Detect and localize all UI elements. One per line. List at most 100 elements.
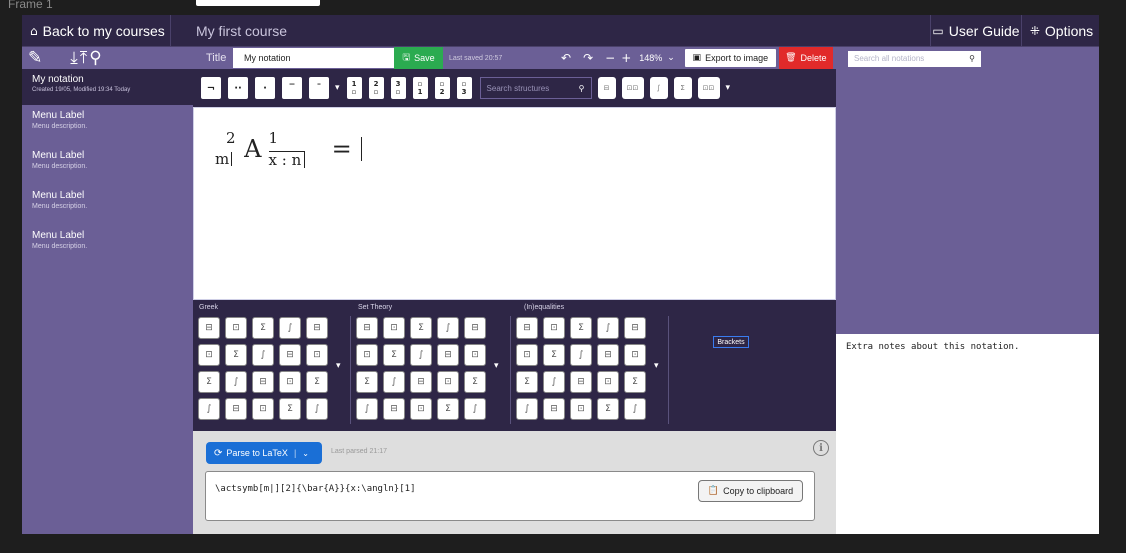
sidebar-menu-item[interactable]: Menu Label Menu description. <box>22 225 193 265</box>
zoom-out-icon[interactable]: − <box>605 51 615 65</box>
palette-symbol[interactable]: ⊡ <box>252 398 274 420</box>
palette-symbol[interactable]: Σ <box>597 398 619 420</box>
position-button-5[interactable]: ▫ 2 <box>434 77 450 99</box>
palette-symbol[interactable]: ⊡ <box>516 344 538 366</box>
palette-symbol[interactable]: ⊟ <box>624 317 646 339</box>
palette-symbol[interactable]: Σ <box>383 344 405 366</box>
palette-symbol[interactable]: ⊟ <box>516 317 538 339</box>
palette-symbol[interactable]: Σ <box>624 371 646 393</box>
chevron-down-icon[interactable]: ▾ <box>494 361 499 371</box>
chevron-down-icon[interactable]: ▾ <box>335 83 340 93</box>
palette-symbol[interactable]: ⊡ <box>410 398 432 420</box>
palette-symbol[interactable]: ∫ <box>570 344 592 366</box>
palette-symbol[interactable]: ⊡ <box>570 398 592 420</box>
palette-symbol[interactable]: ⊟ <box>252 371 274 393</box>
position-button-1[interactable]: 1 ▫ <box>346 77 362 99</box>
chevron-down-icon[interactable]: ▾ <box>654 361 659 371</box>
palette-symbol[interactable]: ∫ <box>306 398 328 420</box>
zoom-level[interactable]: 148% <box>639 53 662 63</box>
edit-icon[interactable]: ✎ <box>28 48 42 68</box>
structure-search-input[interactable]: Search structures ⚲ <box>479 77 592 99</box>
palette-symbol[interactable]: ⊟ <box>464 317 486 339</box>
notation-editor[interactable]: 2 m A 1 x : n = <box>193 107 836 300</box>
palette-symbol[interactable]: Σ <box>464 371 486 393</box>
palette-symbol[interactable]: ⊟ <box>543 398 565 420</box>
palette-symbol[interactable]: ⊟ <box>410 371 432 393</box>
position-button-4[interactable]: ▫ 1 <box>412 77 428 99</box>
palette-symbol[interactable]: Σ <box>570 317 592 339</box>
integral-structure-button[interactable]: ∫ <box>649 77 668 99</box>
options-button[interactable]: ⁜ Options <box>1024 15 1099 47</box>
palette-symbol[interactable]: ⊟ <box>306 317 328 339</box>
palette-symbol[interactable]: Σ <box>252 317 274 339</box>
palette-symbol[interactable]: Σ <box>306 371 328 393</box>
palette-symbol[interactable]: ⊡ <box>464 344 486 366</box>
upload-icon[interactable]: ⤒ <box>80 48 88 68</box>
palette-symbol[interactable]: ⊟ <box>597 344 619 366</box>
palette-symbol[interactable]: ⊡ <box>198 344 220 366</box>
palette-symbol[interactable]: ⊡ <box>437 371 459 393</box>
palette-symbol[interactable]: Σ <box>356 371 378 393</box>
zoom-in-icon[interactable]: + <box>621 51 631 65</box>
active-notation-item[interactable]: My notation Created 19/05, Modified 19:3… <box>22 69 193 105</box>
info-icon[interactable]: i <box>813 440 829 456</box>
palette-symbol[interactable]: ⊡ <box>543 317 565 339</box>
palette-symbol[interactable]: ⊡ <box>356 344 378 366</box>
sidebar-menu-item[interactable]: Menu Label Menu description. <box>22 145 193 185</box>
back-to-courses-button[interactable]: ⌂ Back to my courses <box>22 15 171 47</box>
palette-symbol[interactable]: ⊟ <box>356 317 378 339</box>
palette-symbol[interactable]: ⊡ <box>279 371 301 393</box>
sum-structure-button[interactable]: Σ <box>673 77 692 99</box>
sidebar-menu-item[interactable]: Menu Label Menu description. <box>22 185 193 225</box>
palette-symbol[interactable]: ∫ <box>198 398 220 420</box>
double-dot-button[interactable]: ·· <box>228 77 248 99</box>
palette-symbol[interactable]: ⊟ <box>383 398 405 420</box>
palette-symbol[interactable]: ∫ <box>464 398 486 420</box>
palette-symbol[interactable]: ∫ <box>543 371 565 393</box>
corner-bracket-button[interactable]: ¬ <box>201 77 221 99</box>
palette-symbol[interactable]: ⊟ <box>225 398 247 420</box>
chevron-down-icon[interactable]: ⌄ <box>667 53 675 63</box>
search-notations-input[interactable]: Search all notations ⚲ <box>848 51 981 67</box>
undo-icon[interactable]: ↶ <box>561 51 571 65</box>
palette-symbol[interactable]: ⊟ <box>570 371 592 393</box>
position-button-2[interactable]: 2 ▫ <box>368 77 384 99</box>
copy-to-clipboard-button[interactable]: 📋 Copy to clipboard <box>698 480 803 502</box>
palette-symbol[interactable]: ⊡ <box>624 344 646 366</box>
redo-icon[interactable]: ↷ <box>583 51 593 65</box>
palette-symbol[interactable]: Σ <box>410 317 432 339</box>
palette-symbol[interactable]: ⊡ <box>225 317 247 339</box>
palette-symbol[interactable]: ∫ <box>279 317 301 339</box>
palette-symbol[interactable]: ∫ <box>410 344 432 366</box>
position-button-6[interactable]: ▫ 3 <box>456 77 472 99</box>
inline-structure-button[interactable]: ⊡⊡ <box>697 77 720 99</box>
palette-symbol[interactable]: Σ <box>225 344 247 366</box>
chevron-down-icon[interactable]: ▾ <box>336 361 341 371</box>
palette-symbol[interactable]: Σ <box>516 371 538 393</box>
sidebar-menu-item[interactable]: Menu Label Menu description. <box>22 105 193 145</box>
palette-symbol[interactable]: Σ <box>279 398 301 420</box>
title-input[interactable]: My notation <box>233 48 394 68</box>
download-icon[interactable]: ⤓ <box>70 48 78 68</box>
palette-symbol[interactable]: ∫ <box>225 371 247 393</box>
palette-symbol[interactable]: ⊡ <box>306 344 328 366</box>
palette-symbol[interactable]: ⊡ <box>597 371 619 393</box>
palette-symbol[interactable]: ∫ <box>516 398 538 420</box>
palette-symbol[interactable]: ∫ <box>437 317 459 339</box>
position-button-3[interactable]: 3 ▫ <box>390 77 406 99</box>
palette-symbol[interactable]: ⊟ <box>198 317 220 339</box>
stacked-structure-button[interactable]: ⊟ <box>597 77 616 99</box>
palette-symbol[interactable]: Σ <box>198 371 220 393</box>
single-dot-button[interactable]: · <box>255 77 275 99</box>
palette-symbol[interactable]: Σ <box>437 398 459 420</box>
overbar-button[interactable]: ‾ <box>282 77 302 99</box>
palette-symbol[interactable]: ⊡ <box>383 317 405 339</box>
parse-to-latex-button[interactable]: ⟳ Parse to LaTeX | ⌄ <box>206 442 322 464</box>
palette-symbol[interactable]: ∫ <box>624 398 646 420</box>
palette-symbol[interactable]: ⊟ <box>437 344 459 366</box>
delete-button[interactable]: 🗑 Delete <box>778 47 833 69</box>
brackets-palette-tab[interactable]: Brackets <box>713 336 749 348</box>
save-button[interactable]: 🖫 Save <box>394 47 443 69</box>
export-image-button[interactable]: ▣ Export to image <box>684 49 776 67</box>
palette-symbol[interactable]: ∫ <box>383 371 405 393</box>
